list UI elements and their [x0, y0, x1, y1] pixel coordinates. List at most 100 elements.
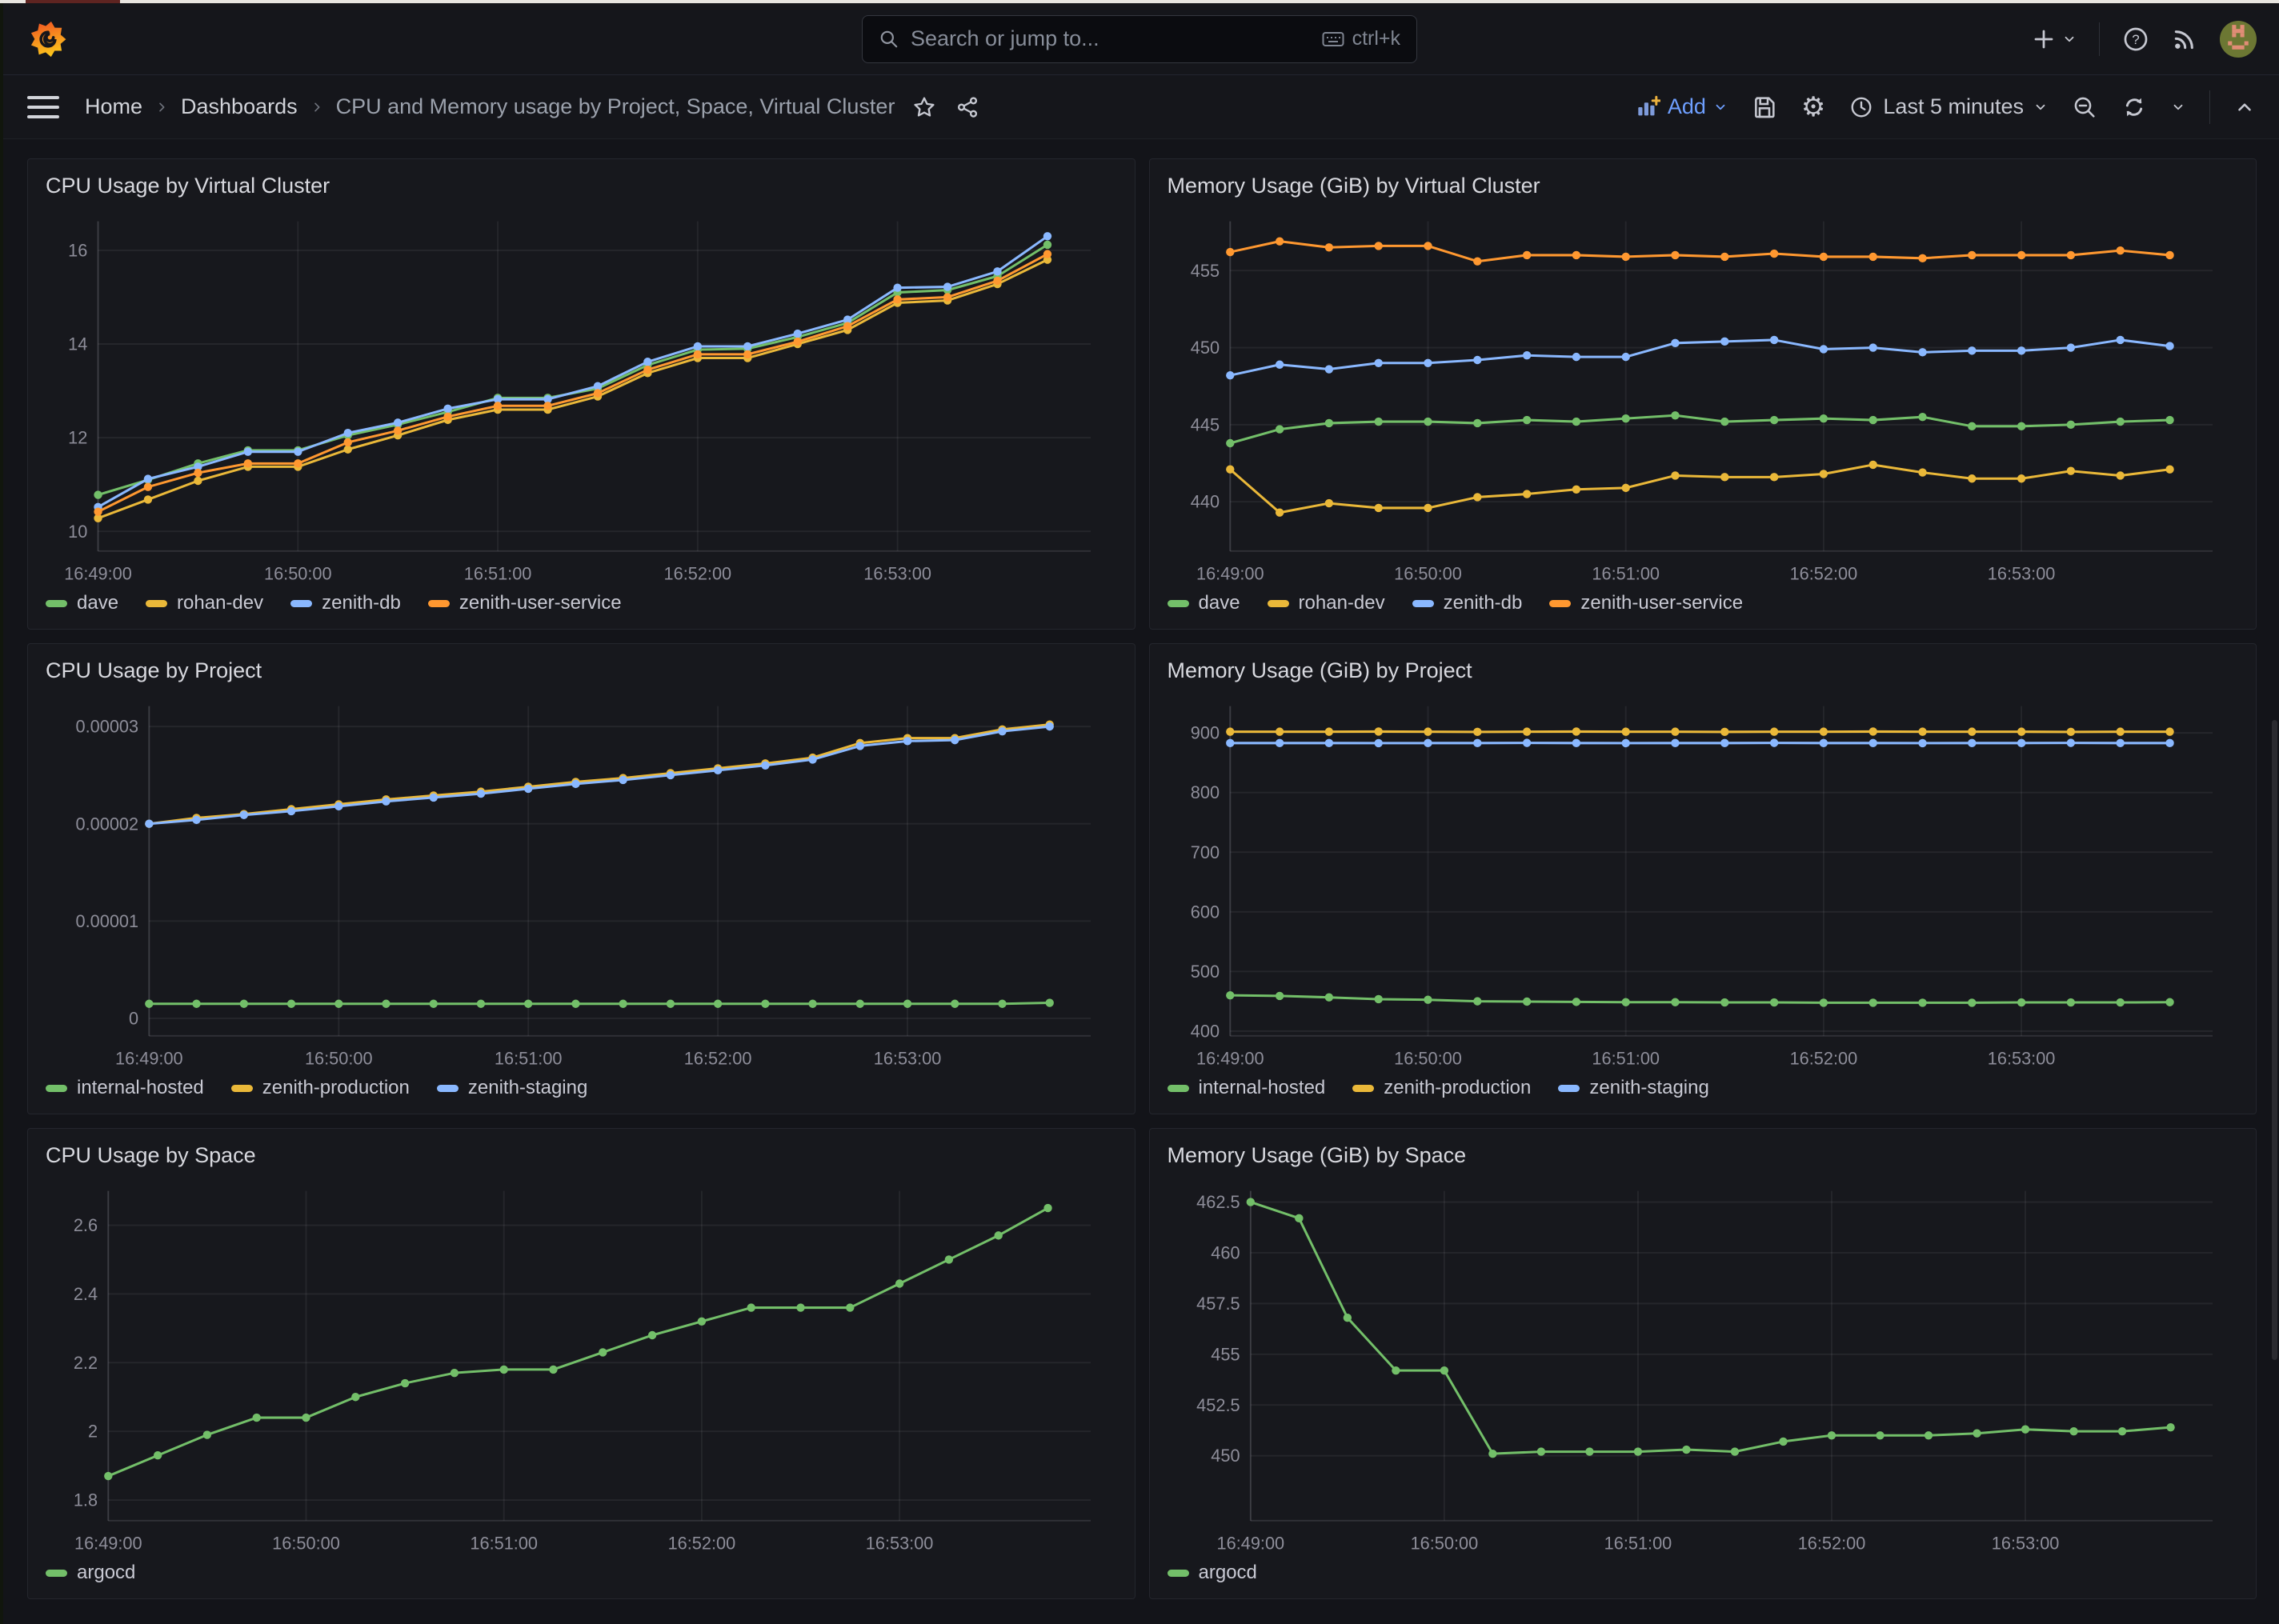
legend-series-label: zenith-db — [322, 592, 401, 614]
breadcrumb-separator-icon — [310, 101, 323, 114]
svg-text:450: 450 — [1190, 338, 1219, 358]
legend-item[interactable]: zenith-production — [1352, 1077, 1531, 1099]
page-scrollbar-thumb[interactable] — [2272, 720, 2277, 1360]
chart-legend: argocd — [28, 1560, 1135, 1598]
svg-text:14: 14 — [68, 334, 87, 354]
keyboard-icon — [1322, 30, 1344, 48]
breadcrumb-current-page[interactable]: CPU and Memory usage by Project, Space, … — [336, 94, 895, 119]
menu-toggle-button[interactable] — [27, 96, 59, 118]
panel-title[interactable]: Memory Usage (GiB) by Virtual Cluster — [1150, 159, 2257, 202]
legend-series-color — [437, 1085, 459, 1092]
svg-text:460: 460 — [1211, 1243, 1240, 1263]
gear-icon: ⚙ — [1801, 91, 1825, 123]
legend-series-color — [1558, 1085, 1580, 1092]
svg-text:16:50:00: 16:50:00 — [272, 1534, 340, 1554]
time-series-chart[interactable]: 1012141616:49:0016:50:0016:51:0016:52:00… — [28, 202, 1135, 590]
legend-series-color — [146, 600, 167, 607]
svg-text:455: 455 — [1190, 261, 1219, 281]
svg-text:16:49:00: 16:49:00 — [115, 1049, 183, 1069]
search-placeholder: Search or jump to... — [911, 26, 1322, 51]
legend-series-label: zenith-user-service — [459, 592, 622, 614]
breadcrumb: Home Dashboards CPU and Memory usage by … — [85, 94, 895, 119]
search-input[interactable]: Search or jump to... ctrl+k — [862, 15, 1417, 63]
legend-item[interactable]: argocd — [46, 1562, 135, 1584]
grafana-logo[interactable] — [29, 20, 67, 58]
time-series-chart[interactable]: 450452.5455457.5460462.516:49:0016:50:00… — [1150, 1171, 2257, 1560]
refresh-button[interactable] — [2121, 94, 2147, 120]
legend-item[interactable]: rohan-dev — [146, 592, 263, 614]
svg-text:16:49:00: 16:49:00 — [1216, 1534, 1284, 1554]
legend-item[interactable]: zenith-db — [1412, 592, 1523, 614]
panel-title[interactable]: CPU Usage by Project — [28, 644, 1135, 686]
help-button[interactable]: ? — [2122, 26, 2149, 53]
legend-item[interactable]: argocd — [1168, 1562, 1257, 1584]
time-series-chart[interactable]: 1.822.22.42.616:49:0016:50:0016:51:0016:… — [28, 1171, 1135, 1560]
panel-title[interactable]: CPU Usage by Space — [28, 1129, 1135, 1171]
share-icon — [955, 95, 979, 119]
legend-series-color — [1168, 600, 1189, 607]
chevron-down-icon — [2171, 100, 2185, 114]
legend-item[interactable]: zenith-db — [290, 592, 401, 614]
legend-series-color — [1268, 600, 1289, 607]
window-left-edge — [0, 3, 3, 1624]
panel-title[interactable]: CPU Usage by Virtual Cluster — [28, 159, 1135, 202]
legend-item[interactable]: zenith-user-service — [428, 592, 622, 614]
svg-text:16: 16 — [68, 240, 87, 260]
legend-series-color — [46, 1085, 67, 1092]
svg-text:457.5: 457.5 — [1196, 1294, 1240, 1314]
svg-text:0.00002: 0.00002 — [76, 814, 139, 834]
panel-cpu-usage-by-project: CPU Usage by Project 00.000010.000020.00… — [27, 643, 1135, 1114]
time-series-chart[interactable]: 44044545045516:49:0016:50:0016:51:0016:5… — [1150, 202, 2257, 590]
legend-series-label: zenith-production — [262, 1077, 410, 1099]
panel-title[interactable]: Memory Usage (GiB) by Space — [1150, 1129, 2257, 1171]
save-dashboard-button[interactable] — [1752, 94, 1777, 120]
svg-text:2.2: 2.2 — [74, 1353, 98, 1373]
breadcrumb-dashboards[interactable]: Dashboards — [181, 94, 298, 119]
time-series-chart[interactable]: 40050060070080090016:49:0016:50:0016:51:… — [1150, 686, 2257, 1075]
panel-title[interactable]: Memory Usage (GiB) by Project — [1150, 644, 2257, 686]
share-button[interactable] — [955, 95, 979, 119]
breadcrumb-home[interactable]: Home — [85, 94, 142, 119]
legend-item[interactable]: zenith-staging — [437, 1077, 587, 1099]
panel-memory-usage-by-space: Memory Usage (GiB) by Space 450452.54554… — [1149, 1128, 2257, 1599]
legend-item[interactable]: zenith-production — [231, 1077, 410, 1099]
add-panel-button[interactable]: Add — [1636, 94, 1728, 119]
svg-text:16:50:00: 16:50:00 — [1410, 1534, 1478, 1554]
zoom-out-button[interactable] — [2072, 94, 2097, 120]
panel-cpu-usage-by-space: CPU Usage by Space 1.822.22.42.616:49:00… — [27, 1128, 1135, 1599]
legend-series-color — [1549, 600, 1571, 607]
user-avatar[interactable] — [2220, 21, 2257, 58]
chevron-down-icon — [2033, 100, 2048, 114]
time-range-picker[interactable]: Last 5 minutes — [1849, 94, 2048, 119]
legend-item[interactable]: zenith-user-service — [1549, 592, 1743, 614]
legend-item[interactable]: internal-hosted — [46, 1077, 204, 1099]
breadcrumb-separator-icon — [155, 101, 168, 114]
add-panel-icon — [1636, 95, 1660, 119]
panel-memory-usage-by-virtual-cluster: Memory Usage (GiB) by Virtual Cluster 44… — [1149, 158, 2257, 630]
new-menu-button[interactable] — [2032, 27, 2077, 51]
time-range-label: Last 5 minutes — [1883, 94, 2024, 119]
panel-memory-usage-by-project: Memory Usage (GiB) by Project 4005006007… — [1149, 643, 2257, 1114]
legend-series-label: rohan-dev — [177, 592, 263, 614]
legend-item[interactable]: zenith-staging — [1558, 1077, 1708, 1099]
svg-text:16:50:00: 16:50:00 — [305, 1049, 373, 1069]
legend-series-label: rohan-dev — [1299, 592, 1385, 614]
chevron-up-icon — [2234, 97, 2255, 118]
svg-text:16:52:00: 16:52:00 — [1789, 1049, 1857, 1069]
refresh-interval-dropdown[interactable] — [2171, 100, 2185, 114]
legend-item[interactable]: rohan-dev — [1268, 592, 1385, 614]
favorite-star-button[interactable] — [912, 95, 936, 119]
svg-text:16:51:00: 16:51:00 — [1592, 1049, 1660, 1069]
legend-series-color — [1412, 600, 1434, 607]
legend-item[interactable]: dave — [46, 592, 118, 614]
svg-text:700: 700 — [1190, 842, 1219, 862]
dashboard-settings-button[interactable]: ⚙ — [1801, 91, 1825, 123]
legend-item[interactable]: internal-hosted — [1168, 1077, 1326, 1099]
collapse-toolbar-button[interactable] — [2234, 97, 2255, 118]
legend-series-color — [428, 600, 450, 607]
legend-series-color — [46, 600, 67, 607]
time-series-chart[interactable]: 00.000010.000020.0000316:49:0016:50:0016… — [28, 686, 1135, 1075]
legend-item[interactable]: dave — [1168, 592, 1240, 614]
legend-series-label: zenith-staging — [468, 1077, 587, 1099]
news-rss-button[interactable] — [2172, 26, 2197, 52]
